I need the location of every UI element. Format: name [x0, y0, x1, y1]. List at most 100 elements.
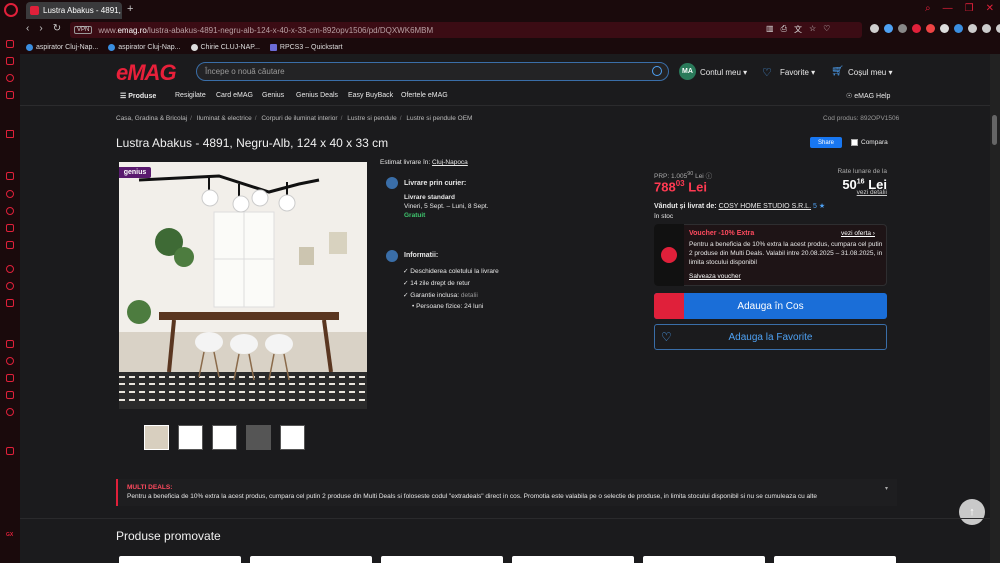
gx-icon[interactable]: GX — [6, 532, 14, 540]
save-voucher-link[interactable]: Salveaza voucher — [689, 273, 741, 280]
delivery-city-link[interactable]: Cluj-Napoca — [432, 159, 468, 166]
window-controls: ⌕ — ❐ ✕ — [925, 3, 994, 14]
reader-icon[interactable]: ▥ — [766, 24, 774, 35]
extension-icon[interactable] — [954, 24, 963, 33]
sidebar-icon[interactable] — [6, 40, 14, 48]
translate-icon[interactable]: 文 — [794, 24, 802, 35]
bookmark-item[interactable]: aspirator Cluj-Nap... — [108, 43, 181, 51]
bookmark-item[interactable]: RPCS3 – Quickstart — [269, 43, 343, 51]
search-tabs-icon[interactable]: ⌕ — [925, 3, 931, 14]
bookmark-item[interactable]: Chirie CLUJ-NAP... — [190, 43, 260, 51]
chevron-down-icon[interactable]: ▾ — [885, 485, 888, 492]
vpn-badge[interactable]: VPN — [74, 26, 93, 34]
promo-product-card[interactable] — [381, 556, 503, 563]
product-main-image[interactable] — [119, 162, 367, 409]
search-input[interactable]: Începe o nouă căutare — [196, 62, 669, 81]
sidebar-icon[interactable] — [6, 74, 14, 82]
promo-product-card[interactable] — [643, 556, 765, 563]
extension-icon[interactable] — [968, 24, 977, 33]
sidebar-icon[interactable] — [6, 190, 14, 198]
sidebar-icon[interactable] — [6, 172, 14, 180]
rate-label: Rate lunare de la — [837, 168, 887, 175]
nav-item[interactable]: Resigilate — [175, 92, 206, 99]
sidebar-icon[interactable] — [6, 57, 14, 65]
rate-details-link[interactable]: vezi detalii — [820, 189, 887, 196]
breadcrumb-item[interactable]: Iluminat & electrice — [197, 115, 252, 122]
minimize-icon[interactable]: — — [943, 3, 953, 14]
add-cart-icon[interactable] — [654, 293, 684, 319]
extension-icon[interactable] — [898, 24, 907, 33]
breadcrumb-item[interactable]: Lustre si pendule OEM — [406, 115, 472, 122]
scrollbar-thumb[interactable] — [992, 115, 997, 145]
cart-menu[interactable]: Coșul meu ▾ — [848, 68, 893, 77]
nav-item[interactable]: Genius Deals — [296, 92, 338, 99]
extension-icon[interactable] — [884, 24, 893, 33]
back-icon[interactable]: ‹ — [26, 23, 29, 34]
heart-icon[interactable]: ♡ — [823, 24, 830, 35]
product-thumbnail[interactable] — [144, 425, 169, 450]
facebook-share-button[interactable]: Share — [810, 137, 842, 148]
sidebar-icon[interactable] — [6, 299, 14, 307]
sidebar-icon[interactable] — [6, 91, 14, 99]
promo-product-card[interactable] — [774, 556, 896, 563]
extension-icon[interactable] — [996, 24, 1000, 33]
nav-item[interactable]: Card eMAG — [216, 92, 253, 99]
url-field[interactable]: VPN www.emag.ro/lustra-abakus-4891-negru… — [70, 22, 862, 38]
sidebar-icon[interactable] — [6, 265, 14, 273]
reload-icon[interactable]: ↻ — [53, 23, 61, 34]
active-tab[interactable]: Lustra Abakus - 4891, Neg ✕ — [26, 2, 122, 19]
favorites-menu[interactable]: Favorite ▾ — [780, 68, 815, 77]
product-thumbnail[interactable] — [280, 425, 305, 450]
extension-icon[interactable] — [940, 24, 949, 33]
nav-item[interactable]: Genius — [262, 92, 284, 99]
add-to-favorites-button[interactable]: Adauga la Favorite — [654, 324, 887, 350]
sidebar-icon[interactable] — [6, 340, 14, 348]
add-to-cart-button[interactable]: Adauga în Cos — [654, 293, 887, 319]
avatar[interactable]: MA — [679, 63, 696, 80]
sidebar-icon[interactable] — [6, 130, 14, 138]
promo-product-card[interactable] — [119, 556, 241, 563]
close-window-icon[interactable]: ✕ — [986, 3, 994, 14]
voucher-offer-link[interactable]: vezi oferta › — [841, 230, 875, 237]
sidebar-icon[interactable] — [6, 391, 14, 399]
breadcrumb-item[interactable]: Casa, Gradina & Bricolaj — [116, 115, 187, 122]
opera-logo-icon[interactable] — [4, 3, 18, 17]
promo-product-card[interactable] — [250, 556, 372, 563]
products-menu[interactable]: ☰ Produse — [120, 92, 156, 100]
sidebar-icon[interactable] — [6, 224, 14, 232]
sidebar-icon[interactable] — [6, 282, 14, 290]
sidebar-icon[interactable] — [6, 447, 14, 455]
forward-icon[interactable]: › — [39, 23, 42, 34]
snapshot-icon[interactable]: ⎙ — [781, 24, 787, 35]
help-link[interactable]: ☉ eMAG Help — [846, 92, 890, 100]
promo-product-card[interactable] — [512, 556, 634, 563]
bookmark-item[interactable]: aspirator Cluj-Nap... — [26, 43, 98, 51]
product-thumbnail[interactable] — [246, 425, 271, 450]
sidebar-icon[interactable] — [6, 241, 14, 249]
breadcrumb-item[interactable]: Corpuri de iluminat interior — [261, 115, 337, 122]
product-thumbnail[interactable] — [178, 425, 203, 450]
nav-item[interactable]: Easy BuyBack — [348, 92, 393, 99]
product-thumbnail[interactable] — [212, 425, 237, 450]
sidebar-icon[interactable] — [6, 408, 14, 416]
bookmark-icon[interactable]: ☆ — [809, 24, 816, 35]
emag-logo[interactable]: eMAG — [116, 60, 177, 86]
sidebar-icon[interactable] — [6, 374, 14, 382]
extension-icon[interactable] — [982, 24, 991, 33]
seller-link[interactable]: COSY HOME STUDIO S.R.L. — [719, 203, 811, 210]
sidebar-icon[interactable] — [6, 357, 14, 365]
scroll-to-top-button[interactable]: ↑ — [959, 499, 985, 525]
new-tab-icon[interactable]: + — [127, 3, 133, 15]
details-link[interactable]: detalii — [461, 292, 478, 299]
breadcrumb-item[interactable]: Lustre si pendule — [347, 115, 397, 122]
search-icon[interactable] — [652, 66, 662, 76]
extension-icon[interactable] — [912, 24, 921, 33]
account-menu[interactable]: Contul meu ▾ — [700, 68, 747, 77]
extension-icon[interactable] — [870, 24, 879, 33]
maximize-icon[interactable]: ❐ — [965, 3, 974, 14]
compare-checkbox[interactable]: Compara — [851, 139, 888, 146]
nav-item[interactable]: Ofertele eMAG — [401, 92, 448, 99]
extension-icon[interactable] — [926, 24, 935, 33]
sidebar-icon[interactable] — [6, 207, 14, 215]
checkbox-icon[interactable] — [851, 139, 858, 146]
